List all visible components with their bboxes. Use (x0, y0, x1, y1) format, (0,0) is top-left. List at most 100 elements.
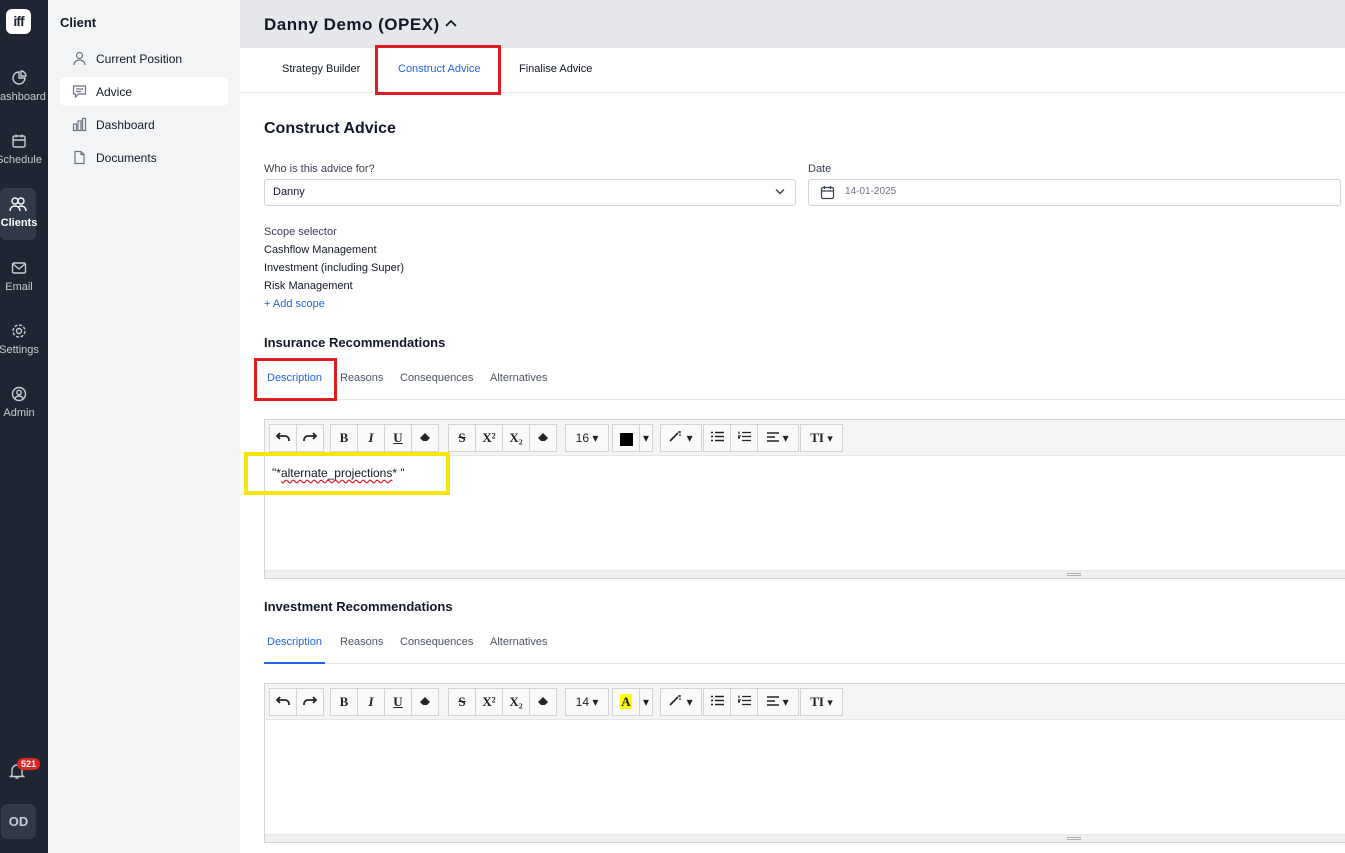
annotation-box-description (254, 358, 337, 401)
scope-item: Cashflow Management (264, 244, 377, 256)
undo-button[interactable] (269, 424, 297, 452)
insurance-tab-reasons[interactable]: Reasons (340, 372, 383, 384)
magic-wand-button[interactable]: ▾ (660, 424, 702, 452)
annotation-box-tab (375, 45, 501, 95)
bullet-list-button[interactable] (703, 688, 731, 716)
rail-label-admin: Admin (3, 407, 35, 419)
rail-item-email[interactable]: Email (0, 260, 38, 310)
italic-button[interactable]: I (357, 688, 385, 716)
rail-item-admin[interactable]: Admin (0, 386, 38, 436)
investment-tab-description[interactable]: Description (267, 636, 322, 648)
rail-item-dashboard[interactable]: Dashboard (0, 70, 46, 120)
app-logo[interactable]: iff (6, 9, 31, 34)
magic-wand-button[interactable]: ▾ (660, 688, 702, 716)
clear-format-button-2[interactable] (529, 688, 557, 716)
calendar-icon (12, 134, 26, 148)
editor-resize-bar[interactable] (265, 570, 1345, 578)
investment-tab-underline (264, 662, 325, 664)
strikethrough-button[interactable]: S (448, 688, 476, 716)
sidebar-item-advice[interactable]: Advice (60, 77, 228, 106)
rail-item-settings[interactable]: Settings (0, 323, 39, 373)
numbered-list-icon (736, 431, 751, 442)
redo-icon (303, 432, 318, 441)
investment-tab-alternatives[interactable]: Alternatives (490, 636, 547, 648)
who-select[interactable]: Danny (264, 179, 796, 206)
text-color-button[interactable] (612, 424, 640, 452)
editor-toolbar: B I U S X² X₂ 14 ▾ A ▾ ▾ ▾ TI ▾ (265, 684, 1345, 720)
redo-button[interactable] (296, 424, 324, 452)
resize-grip-icon[interactable] (1067, 573, 1081, 576)
italic-button[interactable]: I (357, 424, 385, 452)
text-size-dropdown[interactable]: TI ▾ (800, 424, 843, 452)
text-size-dropdown[interactable]: TI ▾ (800, 688, 843, 716)
resize-grip-icon[interactable] (1067, 837, 1081, 840)
insurance-tab-consequences[interactable]: Consequences (400, 372, 473, 384)
redo-icon (303, 696, 318, 705)
numbered-list-button[interactable] (730, 688, 758, 716)
avatar[interactable]: OD (1, 804, 36, 839)
clear-format-button[interactable] (411, 424, 439, 452)
bold-button[interactable]: B (330, 688, 358, 716)
strikethrough-button[interactable]: S (448, 424, 476, 452)
document-icon (74, 150, 85, 165)
sidebar-item-dashboard[interactable]: Dashboard (60, 110, 228, 139)
bullet-list-icon (710, 431, 724, 442)
underline-button[interactable]: U (384, 424, 412, 452)
subscript-button[interactable]: X₂ (502, 424, 530, 452)
eraser-icon (420, 433, 430, 441)
numbered-list-icon (736, 695, 751, 706)
superscript-button[interactable]: X² (475, 424, 503, 452)
chevron-down-icon (775, 189, 785, 195)
insurance-tab-alternatives[interactable]: Alternatives (490, 372, 547, 384)
scope-item: Investment (including Super) (264, 262, 405, 274)
text-size-glyph: TI (810, 694, 824, 709)
sidebar-title: Client (60, 15, 97, 30)
investment-editor: B I U S X² X₂ 14 ▾ A ▾ ▾ ▾ TI ▾ (264, 683, 1345, 843)
date-field[interactable]: 14-01-2025 (808, 179, 1341, 206)
tab-strategy-builder[interactable]: Strategy Builder (282, 63, 360, 75)
eraser-icon (538, 433, 548, 441)
superscript-button[interactable]: X² (475, 688, 503, 716)
align-left-icon (767, 432, 780, 442)
mail-icon (11, 262, 27, 274)
investment-editor-content[interactable] (265, 720, 1345, 834)
align-left-icon (767, 696, 780, 706)
underline-button[interactable]: U (384, 688, 412, 716)
clear-format-button-2[interactable] (529, 424, 557, 452)
highlight-color-dropdown[interactable]: ▾ (639, 688, 653, 716)
highlight-color-button[interactable]: A (612, 688, 640, 716)
scope-item: Risk Management (264, 280, 353, 292)
investment-tab-reasons[interactable]: Reasons (340, 636, 383, 648)
rail-label-email: Email (5, 281, 33, 293)
rail-item-schedule[interactable]: Schedule (0, 133, 42, 183)
app-rail: iff Dashboard Schedule Clients Email Set… (0, 0, 48, 853)
investment-title: Investment Recommendations (264, 599, 453, 614)
investment-tab-consequences[interactable]: Consequences (400, 636, 473, 648)
add-scope-link[interactable]: + Add scope (264, 298, 325, 310)
bullet-list-button[interactable] (703, 424, 731, 452)
notification-badge: 521 (17, 758, 41, 770)
chevron-up-icon[interactable] (445, 19, 457, 27)
font-size-select[interactable]: 14 ▾ (565, 688, 609, 716)
editor-resize-bar[interactable] (265, 834, 1345, 842)
align-dropdown[interactable]: ▾ (757, 424, 799, 452)
redo-button[interactable] (296, 688, 324, 716)
insurance-tabs-divider (264, 399, 1345, 400)
align-dropdown[interactable]: ▾ (757, 688, 799, 716)
bold-button[interactable]: B (330, 424, 358, 452)
text-color-dropdown[interactable]: ▾ (639, 424, 653, 452)
annotation-box-content (244, 452, 450, 495)
undo-button[interactable] (269, 688, 297, 716)
numbered-list-button[interactable] (730, 424, 758, 452)
font-size-select[interactable]: 16 ▾ (565, 424, 609, 452)
sidebar-item-label: Documents (96, 150, 157, 165)
sidebar-item-current-position[interactable]: Current Position (60, 44, 228, 73)
rail-label-dashboard: Dashboard (0, 91, 46, 103)
tab-finalise-advice[interactable]: Finalise Advice (519, 63, 592, 75)
font-size-value: 16 (575, 431, 589, 445)
clear-format-button[interactable] (411, 688, 439, 716)
subscript-button[interactable]: X₂ (502, 688, 530, 716)
rail-item-clients[interactable]: Clients (0, 188, 37, 240)
rail-label-clients: Clients (0, 217, 38, 229)
sidebar-item-documents[interactable]: Documents (60, 143, 228, 172)
